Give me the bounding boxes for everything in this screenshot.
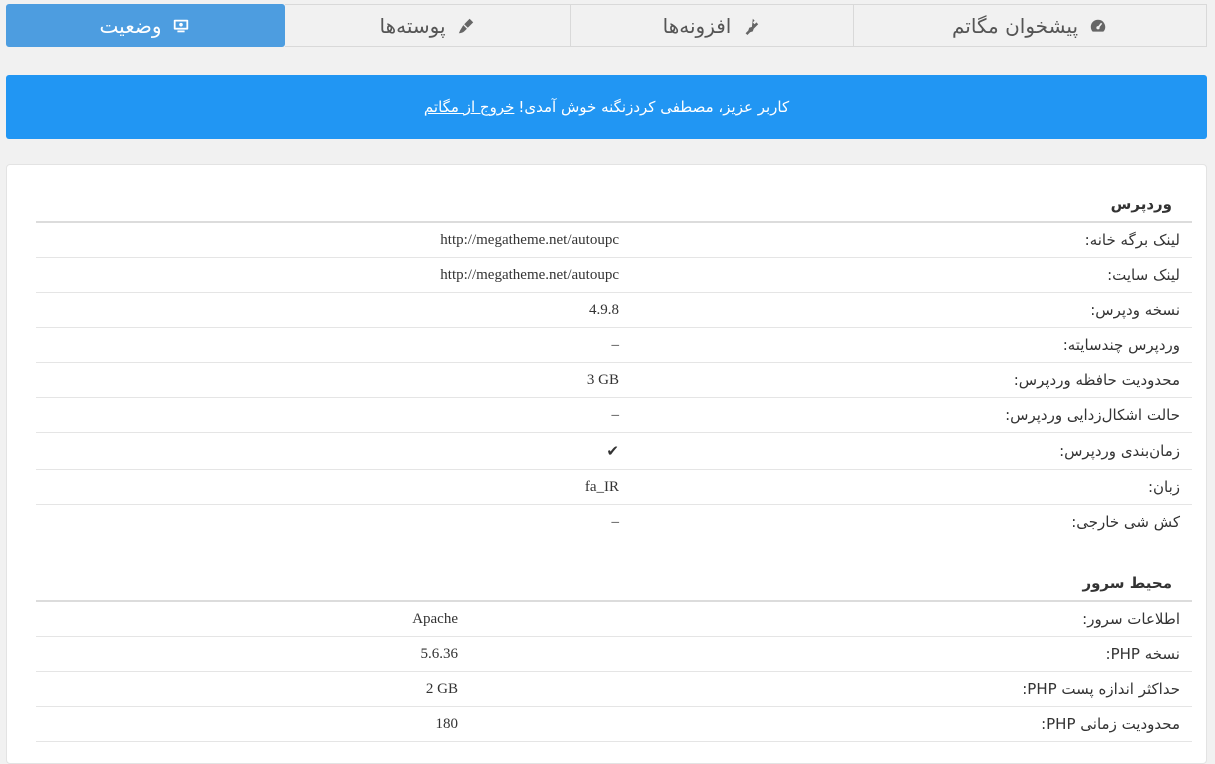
status-panel: وردپرس لینک برگه خانه: http://megatheme.… [6,164,1207,764]
row-value: – [611,337,620,353]
row-value: 2 GB [425,681,458,697]
row-label: حالت اشکال‌زدایی وردپرس: [1005,406,1180,424]
table-row: حداکثر اندازه پست PHP: 2 GB [36,672,1192,707]
row-label: نسخه PHP: [1105,645,1181,663]
row-value: 180 [435,716,459,732]
row-label: محدودیت زمانی PHP: [1041,715,1180,733]
tab-label: افزونه‌ها [662,13,732,38]
row-value: 4.9.8 [589,302,619,318]
row-label: حداکثر اندازه پست PHP: [1022,680,1180,698]
table-row: اطلاعات سرور: Apache [36,602,1192,637]
monitor-icon [171,16,191,36]
table-row: زبان: fa_IR [36,470,1192,505]
tab-dashboard[interactable]: پیشخوان مگاتم [854,4,1207,47]
table-row: نسخه PHP: 5.6.36 [36,637,1192,672]
row-value: 3 GB [586,372,619,388]
row-value: fa_IR [584,479,619,495]
row-label: محدودیت حافظه وردپرس: [1013,371,1180,389]
row-value: – [611,514,620,530]
row-value: – [611,407,620,423]
table-row: زمان‌بندی وردپرس: ✔ [36,433,1192,470]
welcome-notice: کاربر عزیز، مصطفی کردزنگنه خوش آمدی! خرو… [6,75,1207,139]
section-title-server: محیط سرور [1082,574,1172,592]
row-value: http://megatheme.net/autoupc [440,267,619,283]
tab-plugins[interactable]: افزونه‌ها [571,4,854,47]
tab-themes[interactable]: پوسته‌ها [285,4,571,47]
welcome-text: کاربر عزیز، مصطفی کردزنگنه خوش آمدی! [518,98,790,116]
dashboard-icon [1088,16,1108,36]
row-label: زمان‌بندی وردپرس: [1059,442,1180,460]
check-icon: ✔ [606,442,619,460]
plugin-icon [741,16,761,36]
tab-bar: پیشخوان مگاتم افزونه‌ها پوسته‌ها وضعیت [6,4,1207,47]
table-row: نسخه ودپرس: 4.9.8 [36,293,1192,328]
logout-link[interactable]: خروج از مگاتم [424,98,514,116]
row-value: Apache [412,611,458,627]
table-row: لینک سایت: http://megatheme.net/autoupc [36,258,1192,293]
table-row: کش شی خارجی: – [36,505,1192,540]
row-label: کش شی خارجی: [1071,513,1180,531]
table-row: محدودیت زمانی PHP: 180 [36,707,1192,742]
row-value: 5.6.36 [420,646,459,662]
section-title-wordpress: وردپرس [1110,195,1172,213]
table-row: لینک برگه خانه: http://megatheme.net/aut… [36,223,1192,258]
row-label: نسخه ودپرس: [1090,301,1180,319]
table-row: حالت اشکال‌زدایی وردپرس: – [36,398,1192,433]
brush-icon [456,16,476,36]
tab-status[interactable]: وضعیت [6,4,285,47]
tab-label: پیشخوان مگاتم [952,13,1079,38]
tab-label: پوسته‌ها [379,13,446,38]
row-value: http://megatheme.net/autoupc [440,232,619,248]
row-label: اطلاعات سرور: [1082,610,1180,628]
table-row: وردپرس چندسایته: – [36,328,1192,363]
table-row: محدودیت حافظه وردپرس: 3 GB [36,363,1192,398]
row-label: زبان: [1147,478,1180,496]
row-label: وردپرس چندسایته: [1062,336,1180,354]
row-label: لینک سایت: [1107,266,1180,284]
tab-label: وضعیت [99,13,162,38]
row-label: لینک برگه خانه: [1084,231,1180,249]
